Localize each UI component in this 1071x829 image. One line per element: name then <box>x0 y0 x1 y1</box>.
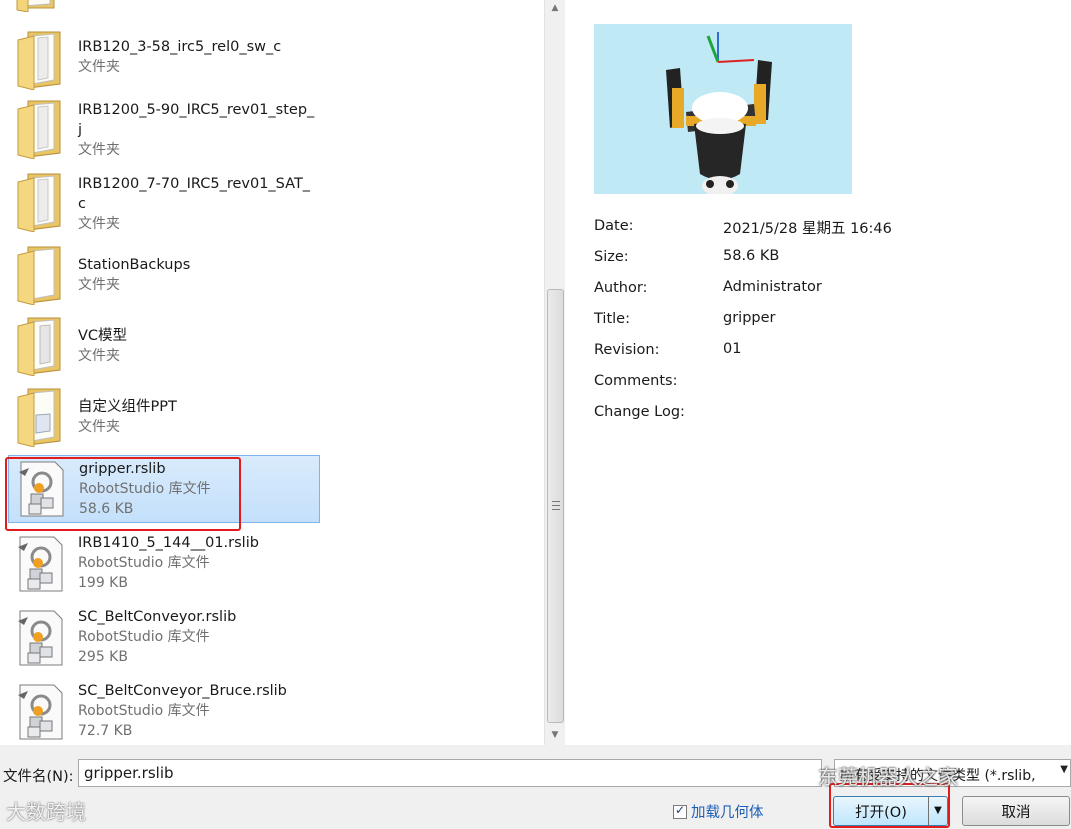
item-name: gripper.rslib <box>79 461 166 477</box>
item-type: 文件夹 <box>78 419 120 435</box>
prop-value-title: gripper <box>723 310 776 326</box>
folder-icon <box>14 385 64 451</box>
item-name: VC模型 <box>78 328 128 344</box>
item-name: StationBackups <box>78 257 191 273</box>
chevron-down-icon: ▼ <box>1057 764 1068 775</box>
folder-icon <box>14 170 64 236</box>
list-item-selected[interactable]: gripper.rslib RobotStudio 库文件 58.6 KB <box>8 455 320 523</box>
load-geometry-label: 加载几何体 <box>691 805 764 821</box>
item-name: IRB1200_5-90_IRC5_rev01_step_j <box>78 102 315 138</box>
prop-label-change-log: Change Log: <box>594 404 685 420</box>
item-type: RobotStudio 库文件 <box>79 481 211 497</box>
item-type: RobotStudio 库文件 <box>78 703 210 719</box>
list-item[interactable]: StationBackups 文件夹 <box>8 241 320 307</box>
open-dropdown-arrow-icon[interactable]: ▼ <box>928 796 948 826</box>
item-size: 72.7 KB <box>78 723 133 739</box>
folder-icon <box>14 97 64 163</box>
list-item[interactable]: SC_BeltConveyor_Bruce.rslib RobotStudio … <box>8 679 320 745</box>
prop-value-date: 2021/5/28 星期五 16:46 <box>723 221 892 237</box>
gripper-preview-image <box>594 24 852 194</box>
vertical-scrollbar[interactable]: ▲ ▼ <box>544 0 565 745</box>
folder-icon <box>14 314 64 380</box>
watermark-text-left: 大数跨境 <box>6 800 86 824</box>
prop-label-title: Title: <box>594 311 630 327</box>
item-type: 文件夹 <box>78 216 120 232</box>
scroll-thumb[interactable] <box>547 289 564 723</box>
prop-label-revision: Revision: <box>594 342 660 358</box>
folder-icon <box>14 28 64 94</box>
file-list[interactable]: 文件夹 IRB120_3-58_irc5_rel0_sw_c 文件夹 IRB12… <box>0 0 544 745</box>
item-name: IRB120_3-58_irc5_rel0_sw_c <box>78 39 282 55</box>
list-item[interactable]: 自定义组件PPT 文件夹 <box>8 383 320 449</box>
list-item[interactable]: IRB1200_7-70_IRC5_rev01_SAT_c 文件夹 <box>8 168 320 238</box>
folder-icon <box>14 243 64 309</box>
folder-icon <box>14 0 58 16</box>
prop-value-author: Administrator <box>723 279 822 295</box>
scroll-down-icon[interactable]: ▼ <box>545 726 565 744</box>
item-type: 文件夹 <box>78 348 120 364</box>
scroll-up-icon[interactable]: ▲ <box>545 0 565 16</box>
rslib-file-icon <box>14 609 64 671</box>
watermark-text-right: 东莞机器人之家 <box>818 765 958 789</box>
prop-label-date: Date: <box>594 218 634 234</box>
cancel-button[interactable]: 取消 <box>962 796 1070 826</box>
list-item[interactable]: IRB1410_5_144__01.rslib RobotStudio 库文件 … <box>8 531 320 597</box>
prop-label-size: Size: <box>594 249 629 265</box>
item-size: 199 KB <box>78 575 128 591</box>
preview-pane: Date: 2021/5/28 星期五 16:46 Size: 58.6 KB … <box>566 0 1071 745</box>
list-item[interactable]: IRB120_3-58_irc5_rel0_sw_c 文件夹 <box>8 26 320 91</box>
list-item[interactable]: SC_BeltConveyor.rslib RobotStudio 库文件 29… <box>8 605 320 671</box>
rslib-file-icon <box>14 683 64 745</box>
prop-label-comments: Comments: <box>594 373 678 389</box>
open-button[interactable]: 打开(O) <box>833 796 929 826</box>
prop-label-author: Author: <box>594 280 648 296</box>
item-type: RobotStudio 库文件 <box>78 629 210 645</box>
list-item[interactable]: VC模型 文件夹 <box>8 312 320 378</box>
filename-input[interactable] <box>78 759 822 787</box>
rslib-file-icon <box>15 460 65 522</box>
item-name: IRB1410_5_144__01.rslib <box>78 535 259 551</box>
item-type: RobotStudio 库文件 <box>78 555 210 571</box>
checkbox-checked-icon <box>673 803 687 819</box>
item-name: 自定义组件PPT <box>78 399 177 415</box>
item-name: SC_BeltConveyor.rslib <box>78 609 237 625</box>
grip-icon <box>552 501 560 510</box>
filename-label: 文件名(N): <box>3 769 74 785</box>
item-type: 文件夹 <box>78 277 120 293</box>
item-type: 文件夹 <box>78 142 120 158</box>
list-item[interactable]: 文件夹 <box>8 0 320 22</box>
item-type: 文件夹 <box>78 59 120 75</box>
item-size: 295 KB <box>78 649 128 665</box>
item-name: IRB1200_7-70_IRC5_rev01_SAT_c <box>78 176 311 212</box>
load-geometry-checkbox[interactable]: 加载几何体 <box>673 801 764 822</box>
prop-value-revision: 01 <box>723 341 742 357</box>
item-name: SC_BeltConveyor_Bruce.rslib <box>78 683 287 699</box>
prop-value-size: 58.6 KB <box>723 248 780 264</box>
rslib-file-icon <box>14 535 64 597</box>
list-item[interactable]: IRB1200_5-90_IRC5_rev01_step_j 文件夹 <box>8 95 320 165</box>
item-size: 58.6 KB <box>79 501 134 517</box>
